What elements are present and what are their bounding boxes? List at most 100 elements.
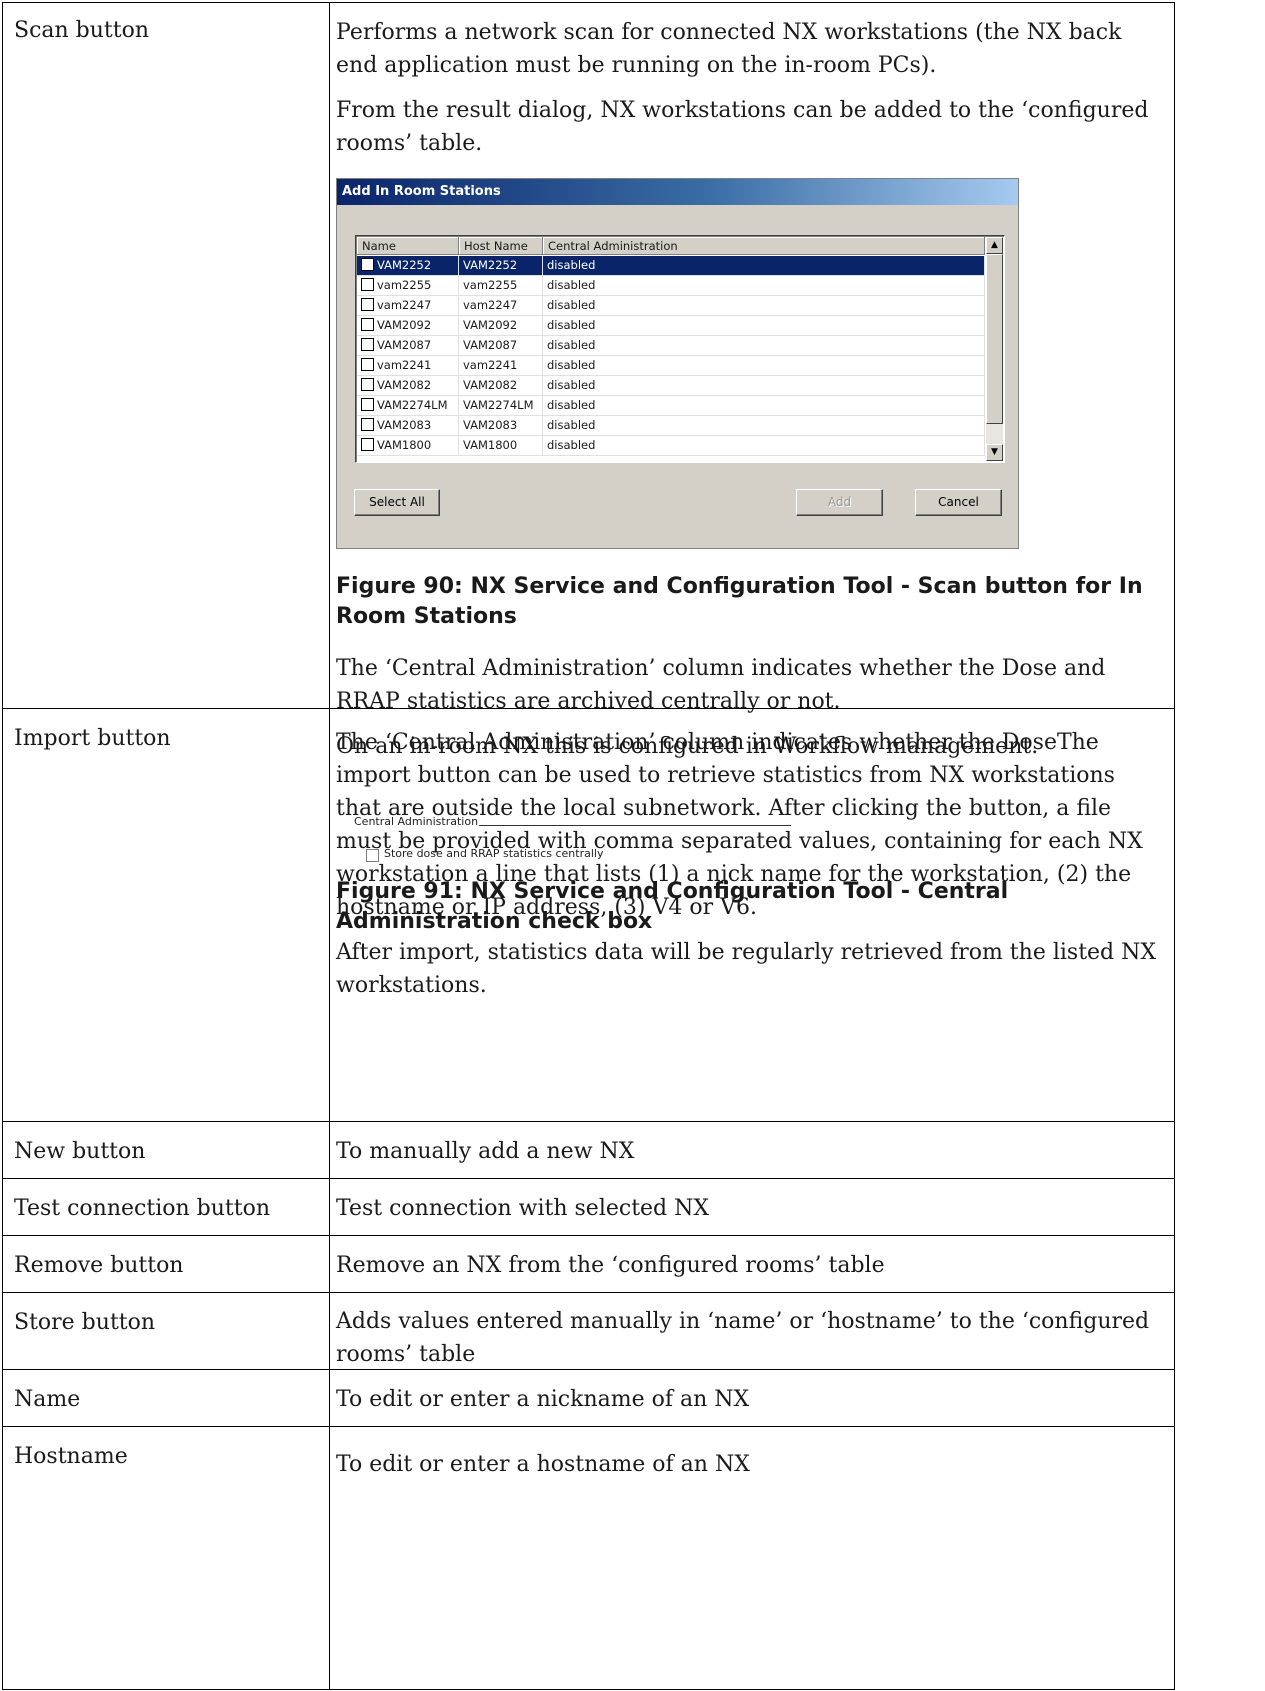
station-checkbox[interactable]: [361, 438, 374, 451]
row-label-hostname: Hostname: [14, 1444, 128, 1469]
scan-button-description: Performs a network scan for connected NX…: [336, 16, 1166, 160]
column-header-central-administration[interactable]: Central Administration: [543, 237, 985, 255]
station-name-cell: VAM2252: [357, 256, 459, 275]
column-header-host-name[interactable]: Host Name: [459, 237, 543, 255]
station-host-cell: vam2247: [459, 296, 543, 315]
paragraph: Performs a network scan for connected NX…: [336, 20, 1122, 78]
station-row[interactable]: VAM2087 VAM2087 disabled: [357, 336, 985, 356]
cancel-button[interactable]: Cancel: [915, 489, 1002, 516]
station-host-cell: VAM2274LM: [459, 396, 543, 415]
station-central-admin-cell: disabled: [543, 336, 985, 355]
station-name-cell: VAM2082: [357, 376, 459, 395]
row-divider: [3, 1235, 1174, 1236]
add-button[interactable]: Add: [796, 489, 883, 516]
station-central-admin-cell: disabled: [543, 396, 985, 415]
station-host-cell: vam2255: [459, 276, 543, 295]
station-checkbox[interactable]: [361, 338, 374, 351]
station-row[interactable]: VAM2274LM VAM2274LM disabled: [357, 396, 985, 416]
station-name: VAM2092: [377, 318, 432, 332]
test-connection-button-description: Test connection with selected NX: [336, 1196, 710, 1221]
row-divider: [3, 1426, 1174, 1427]
station-checkbox[interactable]: [361, 418, 374, 431]
station-name-cell: VAM2092: [357, 316, 459, 335]
station-name-cell: vam2241: [357, 356, 459, 375]
hostname-description: To edit or enter a hostname of an NX: [336, 1452, 750, 1477]
paragraph: After import, statistics data will be re…: [336, 940, 1157, 998]
row-label-store-button: Store button: [14, 1310, 156, 1335]
station-row[interactable]: vam2247 vam2247 disabled: [357, 296, 985, 316]
row-divider: [3, 1178, 1174, 1179]
station-host-cell: VAM2087: [459, 336, 543, 355]
station-host-cell: VAM2092: [459, 316, 543, 335]
station-checkbox[interactable]: [361, 358, 374, 371]
station-row[interactable]: VAM2083 VAM2083 disabled: [357, 416, 985, 436]
station-checkbox[interactable]: [361, 318, 374, 331]
station-row[interactable]: VAM1800 VAM1800 disabled: [357, 436, 985, 456]
vertical-scrollbar[interactable]: ▲ ▼: [986, 237, 1003, 461]
name-description: To edit or enter a nickname of an NX: [336, 1387, 750, 1412]
station-name: vam2247: [377, 298, 432, 312]
station-row[interactable]: vam2255 vam2255 disabled: [357, 276, 985, 296]
row-divider: [3, 1292, 1174, 1293]
station-checkbox[interactable]: [361, 378, 374, 391]
station-name: vam2255: [377, 278, 432, 292]
station-name: vam2241: [377, 358, 432, 372]
station-rows: VAM2252 VAM2252 disabled vam2255 vam2255 disa…: [357, 256, 985, 456]
station-name-cell: VAM2083: [357, 416, 459, 435]
station-name-cell: vam2247: [357, 296, 459, 315]
station-checkbox[interactable]: [361, 278, 374, 291]
column-divider: [329, 3, 330, 1689]
import-button-description: The ‘Central Administration’ column indi…: [336, 726, 1166, 1002]
station-checkbox[interactable]: [361, 298, 374, 311]
new-button-description: To manually add a new NX: [336, 1139, 635, 1164]
paragraph: The ‘Central Administration’ column indi…: [336, 656, 1106, 714]
column-header-name[interactable]: Name: [357, 237, 459, 255]
station-central-admin-cell: disabled: [543, 356, 985, 375]
station-checkbox[interactable]: [361, 258, 374, 271]
figure-90-caption: Figure 90: NX Service and Configuration …: [336, 574, 1143, 629]
station-checkbox[interactable]: [361, 398, 374, 411]
station-central-admin-cell: disabled: [543, 256, 985, 275]
stations-list: Name Host Name Central Administration VA…: [355, 235, 1005, 463]
row-label-name: Name: [14, 1387, 81, 1412]
station-name-cell: VAM1800: [357, 436, 459, 455]
station-name-cell: VAM2087: [357, 336, 459, 355]
scroll-down-arrow-icon[interactable]: ▼: [986, 444, 1003, 461]
row-divider: [3, 1121, 1174, 1122]
list-header: Name Host Name Central Administration: [357, 237, 985, 255]
station-row[interactable]: VAM2082 VAM2082 disabled: [357, 376, 985, 396]
store-button-description: Adds values entered manually in ‘name’ o…: [336, 1309, 1150, 1367]
row-label-test-connection-button: Test connection button: [14, 1196, 270, 1221]
row-label-remove-button: Remove button: [14, 1253, 184, 1278]
scrollbar-thumb[interactable]: [986, 254, 1003, 424]
station-host-cell: VAM2252: [459, 256, 543, 275]
station-host-cell: VAM2082: [459, 376, 543, 395]
station-central-admin-cell: disabled: [543, 376, 985, 395]
station-name: VAM2087: [377, 338, 432, 352]
select-all-button[interactable]: Select All: [354, 489, 440, 516]
dialog-title: Add In Room Stations: [337, 179, 1018, 205]
station-central-admin-cell: disabled: [543, 416, 985, 435]
station-name: VAM2083: [377, 418, 432, 432]
station-host-cell: vam2241: [459, 356, 543, 375]
station-central-admin-cell: disabled: [543, 296, 985, 315]
station-host-cell: VAM1800: [459, 436, 543, 455]
add-in-room-stations-dialog: Add In Room Stations Name Host Name Cent…: [336, 178, 1019, 549]
station-row[interactable]: VAM2092 VAM2092 disabled: [357, 316, 985, 336]
paragraph: The ‘Central Administration’ column indi…: [336, 730, 1143, 920]
row-label-import-button: Import button: [14, 726, 171, 751]
station-name: VAM2252: [377, 258, 432, 272]
station-central-admin-cell: disabled: [543, 316, 985, 335]
row-label-new-button: New button: [14, 1139, 146, 1164]
station-central-admin-cell: disabled: [543, 436, 985, 455]
station-row[interactable]: vam2241 vam2241 disabled: [357, 356, 985, 376]
station-name-cell: vam2255: [357, 276, 459, 295]
paragraph: From the result dialog, NX workstations …: [336, 98, 1149, 156]
station-name: VAM2082: [377, 378, 432, 392]
remove-button-description: Remove an NX from the ‘configured rooms’…: [336, 1253, 885, 1278]
station-host-cell: VAM2083: [459, 416, 543, 435]
station-row[interactable]: VAM2252 VAM2252 disabled: [357, 256, 985, 276]
station-name: VAM1800: [377, 438, 432, 452]
station-name: VAM2274LM: [377, 398, 448, 412]
scroll-up-arrow-icon[interactable]: ▲: [986, 237, 1003, 254]
